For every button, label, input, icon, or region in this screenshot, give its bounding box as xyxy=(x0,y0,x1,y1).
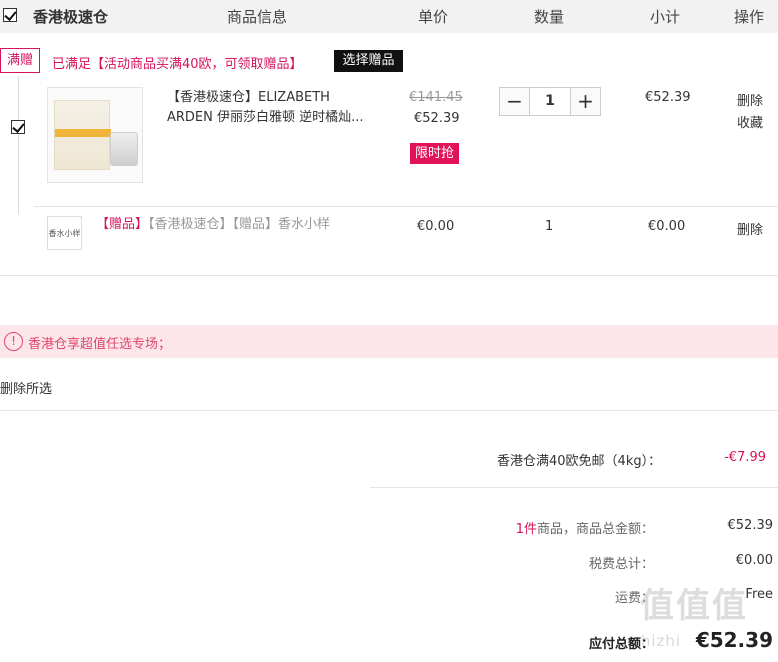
alert-icon: ! xyxy=(4,332,23,351)
gift-title: 【香港极速仓】【赠品】香水小样 xyxy=(148,217,331,232)
gift-name: 【赠品】【香港极速仓】【赠品】香水小样 xyxy=(96,216,336,234)
delete-item-link[interactable]: 删除 xyxy=(737,90,763,109)
delete-selected-link[interactable]: 删除所选 xyxy=(0,378,52,397)
quantity-stepper: − 1 + xyxy=(499,87,601,116)
delete-gift-link[interactable]: 删除 xyxy=(737,219,763,238)
freight-value: Free xyxy=(745,587,773,602)
row-divider xyxy=(34,206,778,207)
product-jar-graphic xyxy=(110,132,138,166)
gift-subtotal: €0.00 xyxy=(648,219,686,234)
flash-sale-badge: 限时抢 xyxy=(410,143,459,164)
group-line xyxy=(18,76,19,214)
qty-minus-button[interactable]: − xyxy=(500,88,529,115)
notice-bar: ! 香港仓享超值任选专场； xyxy=(0,325,778,358)
cart-header: 香港极速仓 商品信息 单价 数量 小计 操作 xyxy=(0,0,778,33)
column-action-header: 操作 xyxy=(734,8,765,26)
shipping-discount-label: 香港仓满40欧免邮（4kg）： xyxy=(497,454,662,469)
gift-tag: 【赠品】 xyxy=(96,217,149,232)
shipping-divider xyxy=(370,487,778,488)
select-gift-button[interactable]: 选择赠品 xyxy=(334,50,403,72)
column-product-header: 商品信息 xyxy=(227,8,288,26)
tax-value: €0.00 xyxy=(735,553,773,568)
total-amount-value: €52.39 xyxy=(727,518,774,533)
notice-text: 香港仓享超值任选专场； xyxy=(28,337,172,352)
qty-plus-button[interactable]: + xyxy=(571,88,600,115)
item-checkbox[interactable] xyxy=(11,120,25,134)
select-all-checkbox[interactable] xyxy=(3,8,17,22)
favorite-item-link[interactable]: 收藏 xyxy=(737,112,763,131)
summary-divider xyxy=(0,410,778,411)
gift-price: €0.00 xyxy=(417,219,455,234)
unit-price: €52.39 xyxy=(414,111,460,126)
original-price: €141.45 xyxy=(409,90,463,105)
product-name-link[interactable]: 【香港极速仓】ELIZABETH ARDEN 伊丽莎白雅顿 逆时橘灿... xyxy=(167,88,372,128)
column-price-header: 单价 xyxy=(418,8,449,26)
column-subtotal-header: 小计 xyxy=(650,8,681,26)
payable-value: €52.39 xyxy=(695,628,773,652)
watermark-logo: 值值值 xyxy=(640,586,748,626)
gift-qty: 1 xyxy=(545,219,554,234)
shipping-discount-value: -€7.99 xyxy=(724,450,766,465)
section-divider xyxy=(0,275,778,276)
store-name: 香港极速仓 xyxy=(33,8,109,26)
tax-label: 税费总计： xyxy=(588,557,654,572)
product-image[interactable] xyxy=(47,87,143,183)
payable-label: 应付总额： xyxy=(588,637,654,652)
column-qty-header: 数量 xyxy=(534,8,565,26)
promo-text: 已满足【活动商品买满40欧，可领取赠品】 xyxy=(52,57,303,72)
item-count: 1件 xyxy=(515,522,537,537)
full-gift-tag: 满赠 xyxy=(0,48,40,73)
item-subtotal: €52.39 xyxy=(645,90,691,105)
gift-image: 香水小样 xyxy=(47,216,82,250)
product-box-graphic xyxy=(54,100,111,170)
total-amount-label: 1件商品，商品总金额： xyxy=(515,522,654,537)
qty-input[interactable]: 1 xyxy=(529,88,571,115)
